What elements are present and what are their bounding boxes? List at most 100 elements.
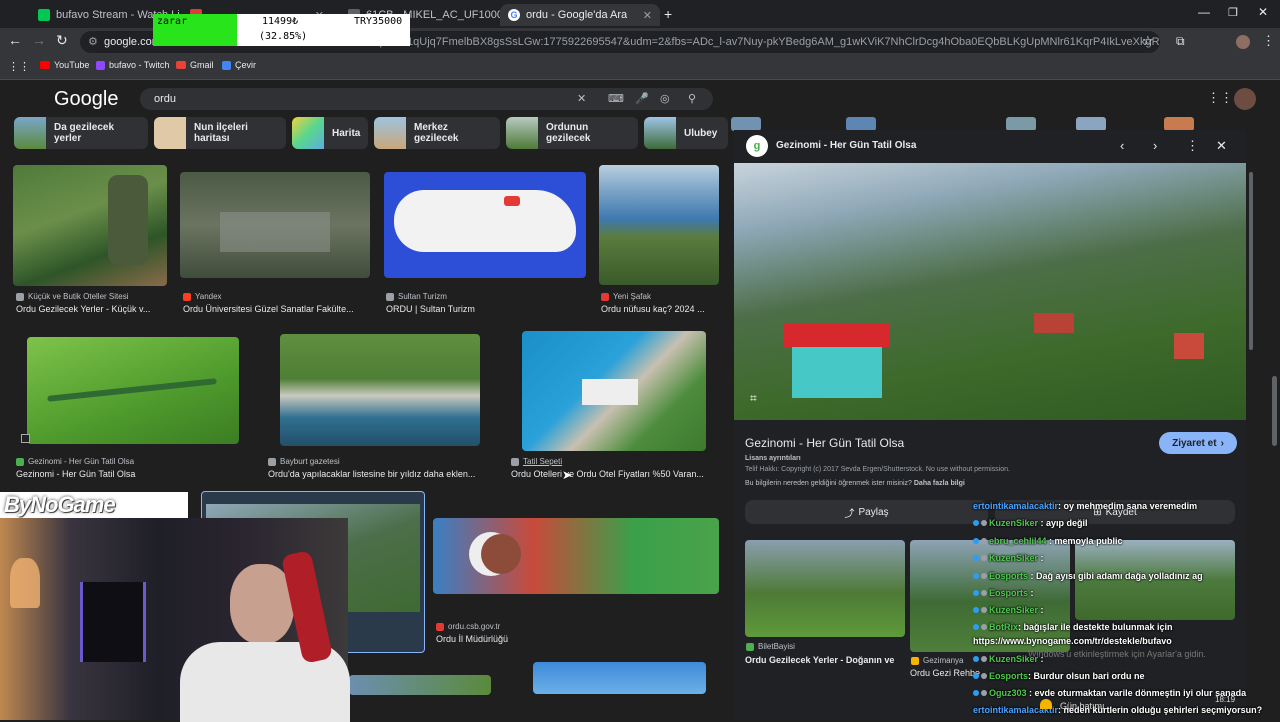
back-button[interactable]: ← [8,32,22,48]
badge-icon [973,656,979,662]
tab-google-search[interactable]: G ordu - Google'da Ara ✕ [500,4,660,26]
menu-icon[interactable]: ⋮ [1262,33,1275,49]
info-question: Bu bilgilerin nereden geldiğini öğrenmek… [745,480,965,487]
scrollbar[interactable] [1272,376,1277,446]
result-image-5[interactable] [27,337,239,444]
google-logo[interactable]: Google [54,88,119,111]
more-info-link[interactable]: Daha fazla bilgi [914,480,965,487]
result-source[interactable]: Gezinomi - Her Gün Tatil Olsa [16,457,134,466]
new-tab-button[interactable]: + [664,6,672,22]
chip-gezilecek-yerler[interactable]: Da gezilecek yerler [14,117,148,149]
search-icon[interactable]: ⚲ [688,88,696,110]
close-window-button[interactable]: ✕ [1258,5,1268,19]
site-favicon [386,292,394,301]
result-source[interactable]: Bayburt gazetesi [268,457,340,466]
youtube-icon [40,61,50,69]
related-title[interactable]: Ordu Gezilecek Yerler - Doğanın ve... [745,655,895,665]
license-details[interactable]: Lisans ayrıntıları [745,455,801,462]
lens-icon[interactable]: ◎ [660,88,670,110]
bookmark-gmail[interactable]: Gmail [176,60,214,70]
related-source[interactable]: BiletBayisi [746,642,795,651]
result-title[interactable]: Gezinomi - Her Gün Tatil Olsa [16,469,246,479]
bookmark-translate[interactable]: Çevir [222,60,256,70]
chevron-right-icon: › [1220,437,1224,449]
chip-thumb-more[interactable] [1164,117,1194,131]
google-icon: G [508,9,520,21]
badge-icon [981,555,987,561]
close-tab-icon[interactable]: ✕ [643,9,652,22]
search-input[interactable]: ordu ✕ ⌨ 🎤 ◎ ⚲ [140,88,713,110]
profile-avatar[interactable] [1236,35,1250,49]
chat-message: KuzenSiker : [973,553,1044,563]
visit-button[interactable]: Ziyaret et › [1159,432,1237,454]
copyright-text: Telif Hakkı: Copyright (c) 2017 Sevda Er… [745,466,1010,473]
prev-icon[interactable]: ‹ [1120,138,1124,153]
result-title[interactable]: Ordu İl Müdürlüğü [436,634,676,644]
result-title[interactable]: Ordu'da yapılacaklar listesine bir yıldı… [268,469,496,479]
result-title[interactable]: ORDU | Sultan Turizm [386,304,586,314]
related-image-1[interactable] [745,540,905,637]
result-title[interactable]: Ordu nüfusu kaç? 2024 ... [601,304,719,314]
result-image-8[interactable] [433,518,719,594]
result-image-9[interactable] [349,675,491,695]
maximize-button[interactable]: ❐ [1228,6,1238,19]
result-title[interactable]: Ordu Üniversitesi Güzel Sanatlar Fakülte… [183,304,373,314]
result-source[interactable]: Sultan Turizm [386,292,447,301]
result-source[interactable]: Yeni Şafak [601,292,651,301]
clock[interactable]: 18:19 [1215,695,1235,704]
result-source[interactable]: ordu.csb.gov.tr [436,622,500,631]
more-options-icon[interactable]: ⋮ [1186,138,1199,154]
result-image-10[interactable] [533,662,706,694]
lens-search-icon[interactable]: ⌗ [750,391,757,406]
forward-button[interactable]: → [32,32,46,48]
account-avatar[interactable] [1234,88,1256,110]
chip-harita[interactable]: Harita [292,117,368,149]
related-title[interactable]: Ordu Gezi Rehberi [910,668,980,678]
apps-icon[interactable]: ⋮⋮ [8,60,30,73]
result-image-4[interactable] [599,165,719,285]
chat-message: ebru_cehlil44 : memoyla public [973,536,1123,546]
chip-thumb-more[interactable] [846,117,876,131]
chip-thumb [506,117,538,149]
result-image-1[interactable] [13,165,167,286]
chip-thumb-more[interactable] [1076,117,1106,131]
chat-message: Eosports : Dağ ayısı gibi adamı dağa yol… [973,571,1203,581]
badge-icon [981,607,987,613]
result-source[interactable]: Küçük ve Butik Oteller Sitesi [16,292,128,301]
result-source[interactable]: Tatil Sepeti [511,457,562,466]
panel-scrollbar[interactable] [1249,172,1253,350]
result-image-2[interactable] [180,172,370,278]
result-image-7[interactable] [522,331,706,451]
chip-ulubey[interactable]: Ulubey [644,117,728,149]
result-image-6[interactable] [280,334,480,446]
reload-button[interactable]: ↻ [56,32,68,49]
bookmark-twitch[interactable]: bufavo - Twitch [96,60,169,70]
image-roof [784,323,890,347]
result-image-3[interactable] [384,172,586,278]
minimize-button[interactable]: — [1198,5,1210,19]
share-button[interactable]: ⤴ Paylaş [745,500,988,524]
site-info-icon[interactable]: ⚙ [88,31,98,53]
related-source[interactable]: Gezimanya [911,656,963,665]
chip-ilceleri-haritasi[interactable]: Nun ilçeleri haritası [154,117,286,149]
chat-link[interactable]: https://www.bynogame.com/tr/destekle/buf… [973,636,1172,646]
panel-site-name[interactable]: Gezinomi - Her Gün Tatil Olsa [776,140,916,151]
bookmark-star-icon[interactable]: ☆ [1142,33,1154,49]
chip-merkez-gezilecek[interactable]: Merkez gezilecek [374,117,500,149]
voice-search-icon[interactable]: 🎤 [635,88,649,110]
bookmark-youtube[interactable]: YouTube [40,60,89,70]
next-icon[interactable]: › [1153,138,1157,153]
chip-thumb-more[interactable] [731,117,761,131]
chip-ordunun-gezilecek[interactable]: Ordunun gezilecek [506,117,638,149]
close-panel-icon[interactable]: ✕ [1216,138,1227,154]
panel-main-image[interactable] [734,163,1246,420]
panel-title[interactable]: Gezinomi - Her Gün Tatil Olsa [745,436,904,450]
weather-text[interactable]: Gün batımı [1060,701,1105,711]
chip-thumb-more[interactable] [1006,117,1036,131]
result-title[interactable]: Ordu Otelleri ve Ordu Otel Fiyatları %50… [511,469,719,479]
keyboard-icon[interactable]: ⌨ [608,88,624,110]
result-source[interactable]: Yandex [183,292,222,301]
extensions-icon[interactable]: ⧉ [1176,34,1185,49]
clear-icon[interactable]: ✕ [577,88,586,110]
result-title[interactable]: Ordu Gezilecek Yerler - Küçük v... [16,304,166,314]
